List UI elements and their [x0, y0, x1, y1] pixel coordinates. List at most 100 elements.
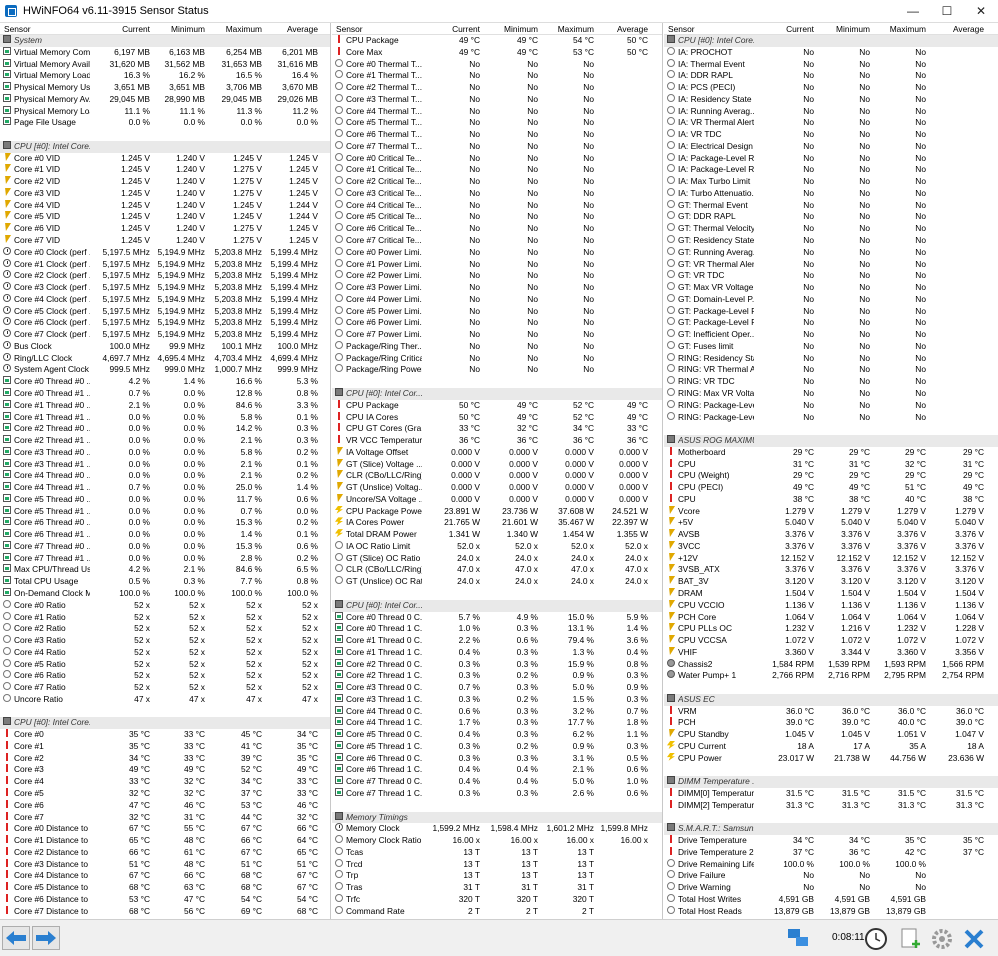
sensor-row[interactable]: Core #2 Critical Te... No No No — [332, 176, 662, 188]
sensor-row[interactable]: System Agent Clock 999.5 MHz 999.0 MHz 1,00… — [0, 364, 330, 376]
sensor-row[interactable]: Core #5 Clock (perf ... 5,197.5 MHz 5,194.… — [0, 305, 330, 318]
sensor-group-header[interactable]: CPU [#0]: Intel Core... — [664, 35, 998, 47]
sensor-row[interactable]: Core #1 VID 1.245 V 1.240 V 1.275 V 1.245 V — [0, 164, 330, 176]
sensor-row[interactable]: Core #0 Thread #0 ... 4.2 % 1.4 % 16.6 % 5.3… — [0, 376, 330, 388]
sensor-row[interactable]: Core #6 47 °C 46 °C 53 °C 46 °C — [0, 799, 330, 812]
sensor-row[interactable]: Core #7 Thread #1 ... 0.0 % 0.0 % 2.8 % 0.2 … — [0, 552, 330, 565]
sensor-row[interactable]: Core #7 Thread 0 C... 0.4 % 0.4 % 5.0 % 1.0 … — [332, 776, 662, 788]
sensor-row[interactable]: Core #7 Thread 1 C... 0.3 % 0.3 % 2.6 % 0.6 … — [332, 788, 662, 800]
sensor-row[interactable]: IA OC Ratio Limit 52.0 x 52.0 x 52.0 x 52.0 … — [332, 540, 662, 553]
sensor-row[interactable]: Drive Temperature 34 °C 34 °C 35 °C 35 °C — [664, 835, 998, 847]
sensor-row[interactable]: BAT_3V 3.120 V 3.120 V 3.120 V 3.120 V — [664, 576, 998, 588]
sensor-row[interactable]: Core #2 Thread 1 C... 0.3 % 0.2 % 0.9 % 0.3 … — [332, 670, 662, 682]
sensor-row[interactable]: Core Max 49 °C 49 °C 53 °C 50 °C — [332, 46, 662, 59]
sensor-row[interactable]: CPU (Weight) 29 °C 29 °C 29 °C 29 °C — [664, 470, 998, 482]
sensor-row[interactable]: IA: Turbo Attenuatio... No No No — [664, 187, 998, 200]
sensor-row[interactable]: IA Cores Power 21.765 W 21.601 W 35.467 W 22… — [332, 517, 662, 529]
sensor-row[interactable]: Motherboard 29 °C 29 °C 29 °C 29 °C — [664, 446, 998, 459]
network-button[interactable] — [784, 926, 814, 950]
sensor-row[interactable]: Core #4 Thread #1 ... 0.7 % 0.0 % 25.0 % 1.4… — [0, 482, 330, 494]
sensor-row[interactable]: Core #7 Thread #0 ... 0.0 % 0.0 % 15.3 % 0.6… — [0, 540, 330, 553]
sensor-row[interactable]: CPU 38 °C 38 °C 40 °C 38 °C — [664, 493, 998, 506]
sensor-group-header[interactable]: ASUS EC — [664, 693, 998, 706]
sensor-row[interactable]: GT: Thermal Velocity... No No No — [664, 223, 998, 235]
sensor-row[interactable]: Virtual Memory Load 16.3 % 16.2 % 16.5 % 16.… — [0, 70, 330, 82]
sensor-row[interactable]: Core #5 Thread #0 ... 0.0 % 0.0 % 11.7 % 0.6… — [0, 493, 330, 506]
sensor-row[interactable]: IA: Package-Level R... No No No — [664, 164, 998, 176]
sensor-group-header[interactable]: DIMM Temperature ... — [664, 776, 998, 788]
sensor-row[interactable]: GT: DDR RAPL No No No — [664, 211, 998, 223]
sensor-row[interactable]: Core #6 Critical Te... No No No — [332, 223, 662, 235]
sensor-row[interactable]: Core #5 Thermal T... No No No — [332, 117, 662, 129]
sensor-row[interactable]: Core #6 Clock (perf ... 5,197.5 MHz 5,194.… — [0, 317, 330, 329]
sensor-row[interactable]: Core #0 Power Limi... No No No — [332, 246, 662, 259]
sensor-row[interactable]: Core #3 VID 1.245 V 1.240 V 1.275 V 1.245 V — [0, 188, 330, 200]
sensor-row[interactable]: Ring/LLC Clock 4,697.7 MHz 4,695.4 MHz 4,70… — [0, 352, 330, 365]
sensor-row[interactable]: Package/Ring Ther... No No No — [332, 340, 662, 353]
sensor-row[interactable]: Core #6 Distance to ... 53 °C 47 °C 54 °C 54… — [0, 893, 330, 906]
sensor-row[interactable]: RING: Package-Level... No No No — [664, 411, 998, 424]
sensor-row[interactable]: GT: Residency State ... No No No — [664, 235, 998, 247]
sensor-row[interactable]: Core #3 Power Limi... No No No — [332, 282, 662, 294]
sensor-row[interactable]: Core #7 Critical Te... No No No — [332, 235, 662, 247]
sensor-row[interactable]: Core #2 VID 1.245 V 1.240 V 1.275 V 1.245 V — [0, 176, 330, 188]
sensor-row[interactable]: CPU Power 23.017 W 21.738 W 44.756 W 23.636 … — [664, 752, 998, 765]
sensor-row[interactable]: IA: PROCHOT No No No — [664, 46, 998, 59]
sensor-row[interactable]: Total Host Writes 4,591 GB 4,591 GB 4,591 G… — [664, 893, 998, 906]
sensor-row[interactable]: GT: VR TDC No No No — [664, 270, 998, 282]
sensor-row[interactable]: Core #5 Critical Te... No No No — [332, 211, 662, 223]
sensor-row[interactable]: VR VCC Temperatur... 36 °C 36 °C 36 °C 36 °C — [332, 435, 662, 447]
sensor-row[interactable]: Core #4 VID 1.245 V 1.240 V 1.245 V 1.244 V — [0, 200, 330, 212]
sensor-row[interactable]: Core #1 Power Limi... No No No — [332, 258, 662, 271]
sensor-row[interactable]: Virtual Memory Com... 6,197 MB 6,163 MB 6,2… — [0, 46, 330, 59]
sensor-row[interactable]: Core #1 Ratio 52 x 52 x 52 x 52 x — [0, 611, 330, 624]
sensor-row[interactable]: Core #6 Thermal T... No No No — [332, 129, 662, 141]
sensor-row[interactable]: AVSB 3.376 V 3.376 V 3.376 V 3.376 V — [664, 529, 998, 541]
sensor-group-header[interactable]: ASUS ROG MAXIMU... — [664, 435, 998, 447]
sensor-row[interactable]: Core #1 35 °C 33 °C 41 °C 35 °C — [0, 740, 330, 753]
sensor-row[interactable]: IA: VR Thermal Alert No No No — [664, 117, 998, 129]
header-sensor[interactable]: Sensor — [668, 24, 695, 34]
close-button[interactable]: ✕ — [964, 0, 998, 22]
header-minimum[interactable]: Minimum — [150, 24, 205, 34]
sensor-row[interactable]: Core #1 Distance to ... 65 °C 48 °C 66 °C 64… — [0, 835, 330, 847]
sensor-row[interactable]: GT: Running Averag... No No No — [664, 246, 998, 259]
sensor-row[interactable]: Core #2 Thread #1 ... 0.0 % 0.0 % 2.1 % 0.3 … — [0, 435, 330, 447]
sensor-group-header[interactable]: CPU [#0]: Intel Core... — [0, 140, 330, 153]
sensor-row[interactable]: IA: VR TDC No No No — [664, 129, 998, 141]
sensor-row[interactable]: CPU Current 18 A 17 A 35 A 18 A — [664, 740, 998, 753]
header-average[interactable]: Average — [594, 24, 648, 34]
sensor-row[interactable]: Core #4 Critical Te... No No No — [332, 199, 662, 212]
sensor-row[interactable]: Trp 13 T 13 T 13 T — [332, 870, 662, 882]
sensor-row[interactable]: DIMM[0] Temperature 31.5 °C 31.5 °C 31.5 °C… — [664, 788, 998, 800]
sensor-row[interactable]: IA: Running Averag... No No No — [664, 105, 998, 118]
sensor-row[interactable]: CPU Package 50 °C 49 °C 52 °C 49 °C — [332, 399, 662, 412]
sensor-row[interactable]: CPU PLLs OC 1.232 V 1.216 V 1.232 V 1.228 V — [664, 623, 998, 635]
header-minimum[interactable]: Minimum — [480, 24, 538, 34]
sensor-row[interactable]: Trfc 320 T 320 T 320 T — [332, 893, 662, 906]
sensor-row[interactable]: CPU VCCIO 1.136 V 1.136 V 1.136 V 1.136 V — [664, 600, 998, 612]
header-sensor[interactable]: Sensor — [336, 24, 363, 34]
sensor-row[interactable]: Core #0 Thermal T... No No No — [332, 58, 662, 71]
sensor-row[interactable]: Core #4 Thread 0 C... 0.6 % 0.3 % 3.2 % 0.7 … — [332, 705, 662, 718]
header-minimum[interactable]: Minimum — [814, 24, 870, 34]
sensor-row[interactable]: Core #1 Critical Te... No No No — [332, 164, 662, 176]
sensor-row[interactable]: Core #4 Thread #0 ... 0.0 % 0.0 % 2.1 % 0.2 … — [0, 470, 330, 482]
sensor-row[interactable]: Total Host Reads 13,879 GB 13,879 GB 13,879… — [664, 905, 998, 918]
sensor-row[interactable]: Core #5 32 °C 32 °C 37 °C 33 °C — [0, 788, 330, 800]
sensor-row[interactable]: 3VSB_ATX 3.376 V 3.376 V 3.376 V 3.376 V — [664, 564, 998, 576]
sensor-row[interactable]: CLR (CBo/LLC/Ring)... 0.000 V 0.000 V 0.000… — [332, 470, 662, 482]
sensor-group-header[interactable]: S.M.A.R.T.: Samsun... — [664, 823, 998, 836]
sensor-group-header[interactable]: CPU [#0]: Intel Cor... — [332, 387, 662, 400]
sensor-row[interactable]: IA: Max Turbo Limit No No No — [664, 176, 998, 188]
sensor-row[interactable]: GT: VR Thermal Alert No No No — [664, 258, 998, 271]
sensor-row[interactable]: Core #3 Thread #1 ... 0.0 % 0.0 % 2.1 % 0.1 … — [0, 458, 330, 471]
sensor-row[interactable]: Drive Temperature 2 37 °C 36 °C 42 °C 37 °C — [664, 846, 998, 859]
sensor-row[interactable]: Core #7 Clock (perf ... 5,197.5 MHz 5,194.… — [0, 329, 330, 341]
sensor-row[interactable]: Chassis2 1,584 RPM 1,539 RPM 1,593 RPM 1,566… — [664, 658, 998, 671]
sensor-row[interactable]: Core #6 VID 1.245 V 1.240 V 1.275 V 1.245 V — [0, 223, 330, 235]
sensor-group-header[interactable]: CPU [#0]: Intel Core... — [0, 717, 330, 730]
sensor-row[interactable]: Core #3 Critical Te... No No No — [332, 187, 662, 200]
sensor-row[interactable]: Physical Memory Used 3,651 MB 3,651 MB 3,70… — [0, 82, 330, 94]
sensor-row[interactable]: Memory Clock 1,599.2 MHz 1,598.4 MHz 1,601.… — [332, 823, 662, 835]
